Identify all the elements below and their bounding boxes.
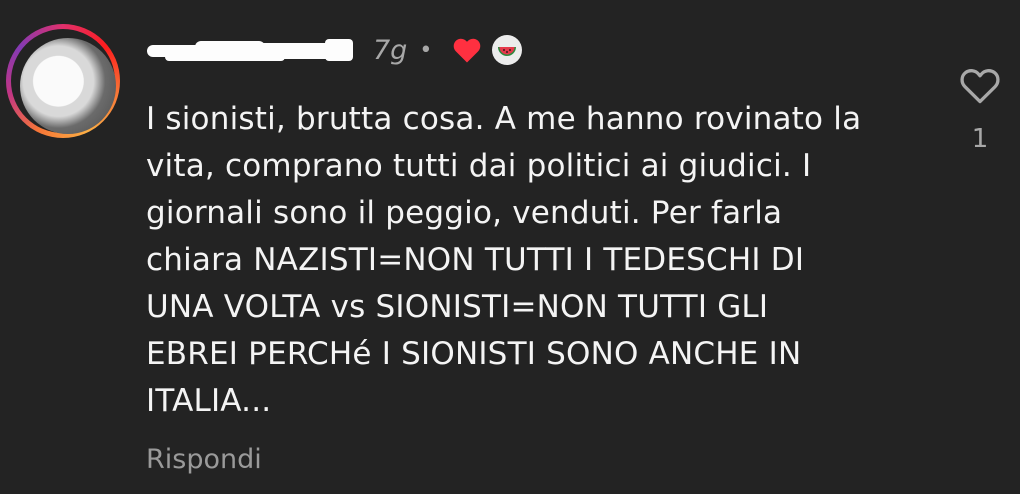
comment-text: I sionisti, brutta cosa. A me hanno rovi… [146,101,862,419]
heart-filled-icon [454,38,481,63]
watermelon-icon [492,35,523,65]
like-count: 1 [971,124,989,154]
reply-button[interactable]: Rispondi [146,444,262,475]
separator-dot: • [419,37,433,63]
avatar-story-ring[interactable] [6,24,120,138]
avatar [20,38,116,134]
heart-outline-icon[interactable] [958,64,1002,108]
timestamp: 7g [373,34,408,66]
username-redacted[interactable] [145,39,355,61]
comment-header: 7g • [145,30,523,70]
